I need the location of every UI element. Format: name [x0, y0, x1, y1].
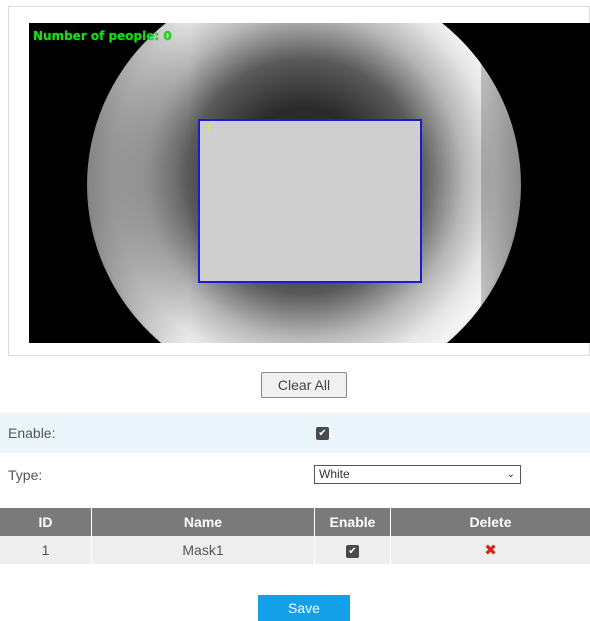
clear-all-button[interactable]: Clear All: [261, 372, 347, 398]
column-header-delete: Delete: [391, 508, 590, 536]
column-header-name: Name: [92, 508, 315, 536]
column-header-enable: Enable: [315, 508, 391, 536]
video-preview[interactable]: Number of people: 0 1: [29, 23, 590, 343]
row-enable-checkbox[interactable]: ✔: [346, 545, 359, 558]
enable-row: Enable: ✔: [0, 413, 590, 453]
cell-delete: ✖: [391, 536, 590, 564]
table-header-row: ID Name Enable Delete: [0, 508, 590, 536]
fisheye-shade-right: [481, 23, 590, 343]
save-button[interactable]: Save: [258, 595, 350, 621]
cell-id: 1: [0, 536, 92, 564]
column-header-id: ID: [0, 508, 92, 536]
mask-id-label: 1: [206, 123, 212, 135]
mask-table: ID Name Enable Delete 1 Mask1 ✔ ✖: [0, 508, 590, 564]
type-row: Type: White ⌄: [0, 455, 590, 495]
type-select-value: White: [319, 467, 350, 481]
video-preview-frame: Number of people: 0 1: [8, 6, 590, 356]
enable-label: Enable:: [8, 425, 55, 441]
cell-enable: ✔: [315, 536, 391, 564]
chevron-down-icon: ⌄: [507, 466, 515, 483]
cell-name: Mask1: [92, 536, 315, 564]
type-label: Type:: [8, 467, 42, 483]
enable-checkbox[interactable]: ✔: [316, 427, 329, 440]
privacy-mask-area[interactable]: 1: [198, 119, 422, 283]
type-select[interactable]: White ⌄: [314, 465, 521, 484]
table-row: 1 Mask1 ✔ ✖: [0, 536, 590, 564]
fisheye-shade-left: [69, 23, 189, 343]
people-count-overlay: Number of people: 0: [33, 29, 172, 43]
delete-icon[interactable]: ✖: [484, 541, 497, 559]
